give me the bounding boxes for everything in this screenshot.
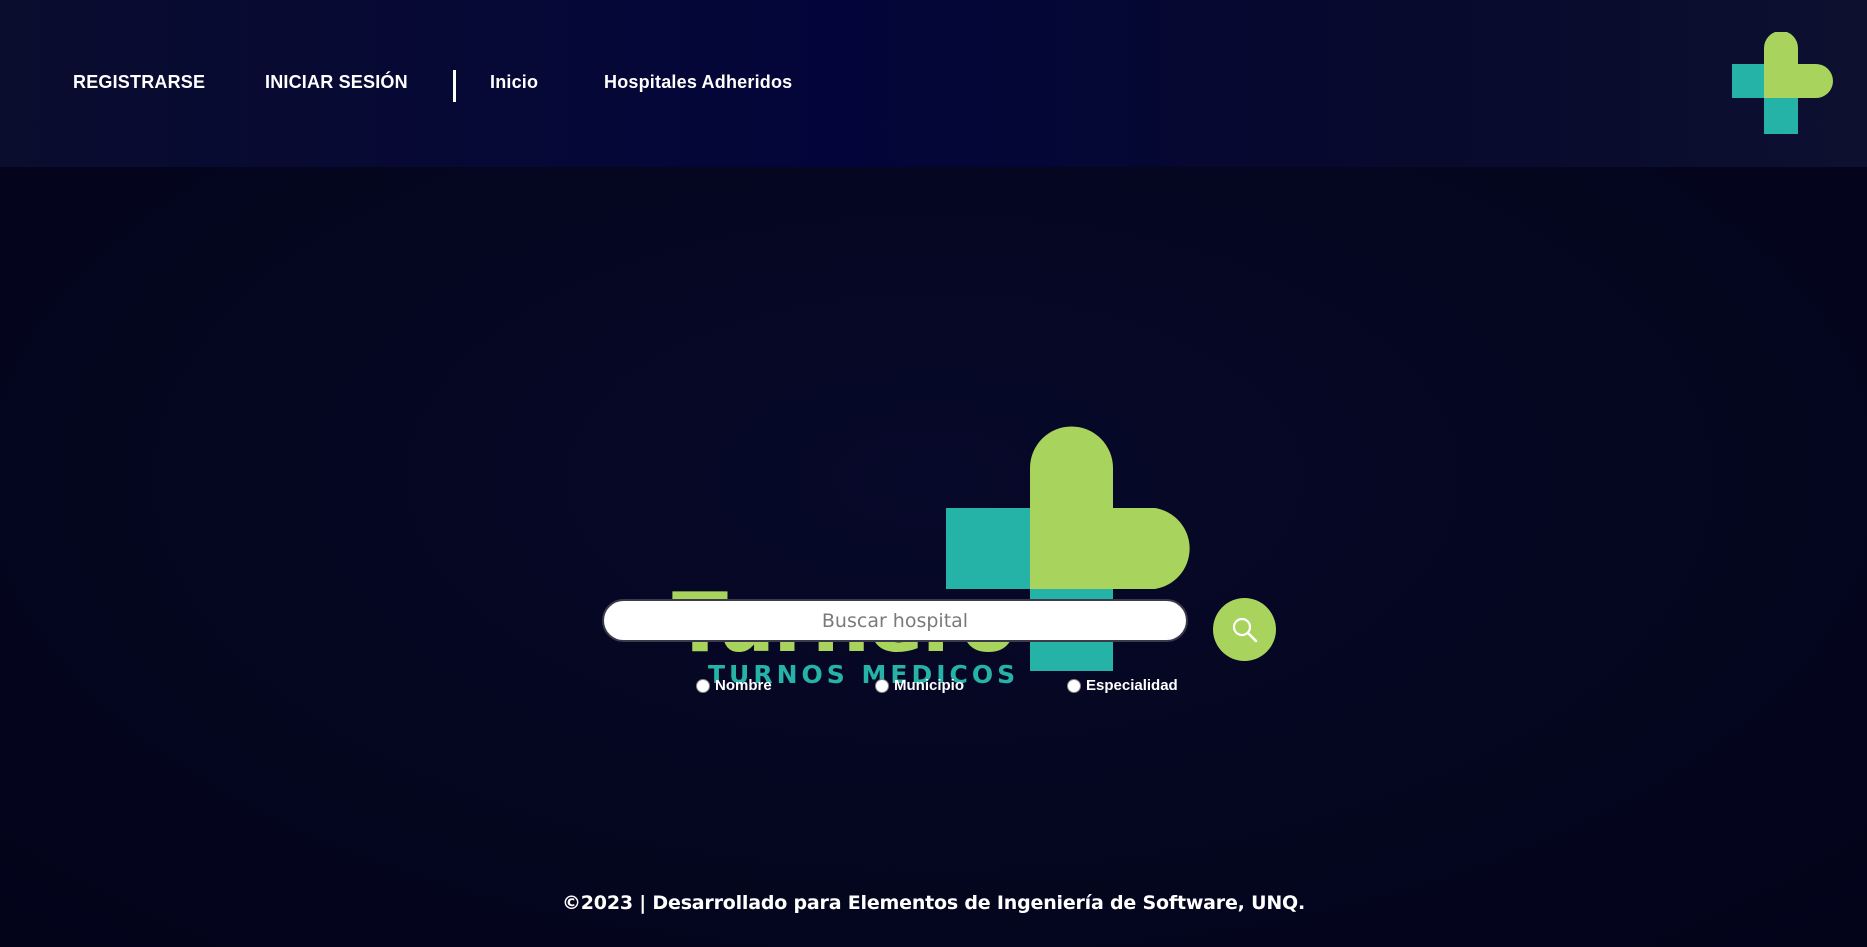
nav-login-link[interactable]: INICIAR SESIÓN [265,72,408,93]
nav-home-link[interactable]: Inicio [490,72,538,93]
filter-especialidad[interactable]: Especialidad [1067,677,1178,694]
nav-register-link[interactable]: REGISTRARSE [73,72,205,93]
footer-text: ©2023 | Desarrollado para Elementos de I… [561,892,1305,914]
nav-divider [453,70,456,102]
nav-hospitals-link[interactable]: Hospitales Adheridos [604,72,792,93]
search-icon [1232,617,1257,642]
main-content: Turnero TURNOS MEDICOS Nombre Municipio … [0,167,1867,947]
search-input[interactable] [602,599,1188,642]
filter-nombre-label: Nombre [715,677,772,694]
filter-nombre-radio[interactable] [696,678,710,693]
header: REGISTRARSE INICIAR SESIÓN Inicio Hospit… [0,0,1867,167]
filter-especialidad-label: Especialidad [1086,677,1178,694]
filter-nombre[interactable]: Nombre [696,677,772,694]
filter-municipio[interactable]: Municipio [875,677,964,694]
filter-municipio-radio[interactable] [875,678,889,693]
medical-cross-icon[interactable] [1732,32,1834,134]
filter-especialidad-radio[interactable] [1067,678,1081,693]
turnero-logo: Turnero TURNOS MEDICOS [672,426,1190,687]
search-button[interactable] [1213,598,1276,661]
filter-municipio-label: Municipio [894,677,964,694]
